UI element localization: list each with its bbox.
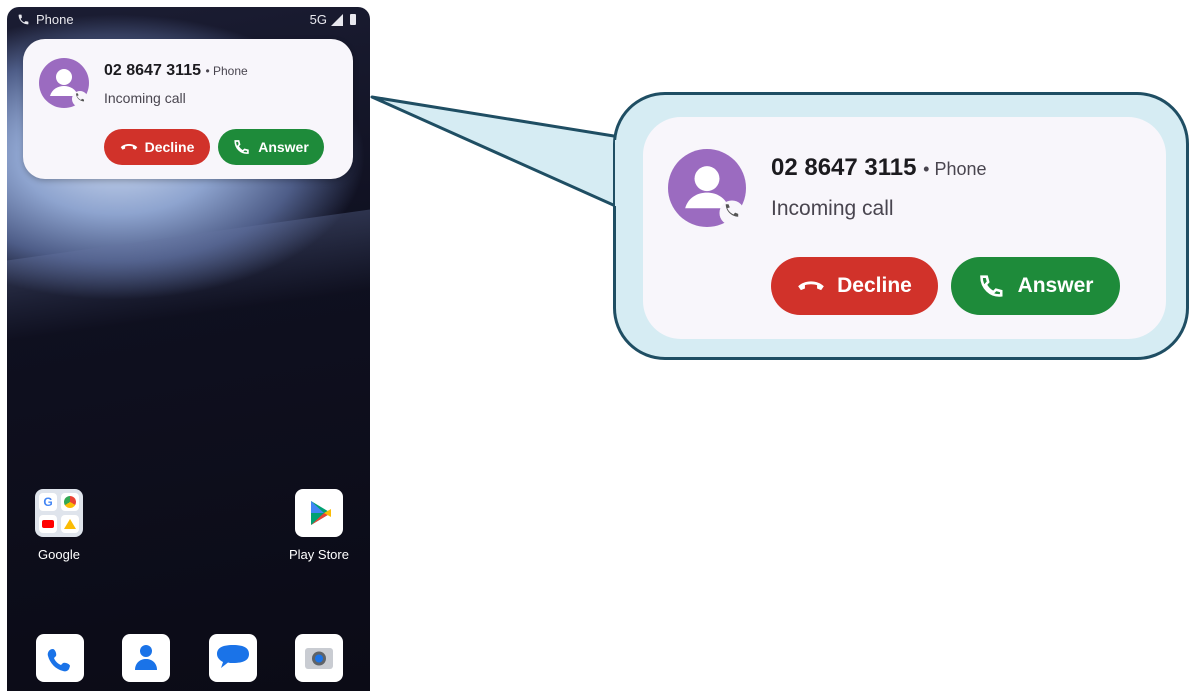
status-left: Phone xyxy=(17,12,74,27)
status-bar: Phone 5G xyxy=(7,7,370,33)
caller-number: 02 8647 3115 xyxy=(104,62,201,79)
zoomed-hang-up-icon xyxy=(798,281,824,291)
answer-button[interactable]: Answer xyxy=(218,129,324,165)
zoomed-decline-label: Decline xyxy=(837,274,912,297)
google-folder[interactable]: G Google xyxy=(19,489,99,562)
dock xyxy=(7,631,370,691)
status-right: 5G xyxy=(310,12,356,27)
status-app-label: Phone xyxy=(36,12,74,27)
network-label: 5G xyxy=(309,12,327,27)
google-label: Google xyxy=(38,547,80,562)
separator-dot: • xyxy=(205,64,210,78)
zoomed-caller-number: 02 8647 3115 xyxy=(771,154,917,181)
messages-app-icon[interactable] xyxy=(209,634,257,682)
camera-app-icon[interactable] xyxy=(295,634,343,682)
play-triangle-icon xyxy=(311,501,331,525)
answer-phone-icon xyxy=(234,140,249,154)
zoomed-caller-line: 02 8647 3115 • Phone xyxy=(771,154,987,182)
answer-label: Answer xyxy=(258,139,309,155)
phone-icon xyxy=(18,14,29,25)
decline-button[interactable]: Decline xyxy=(104,129,210,165)
caller-line: 02 8647 3115 • Phone xyxy=(104,62,248,80)
zoomed-call-status: Incoming call xyxy=(771,197,894,220)
play-store-label: Play Store xyxy=(289,547,349,562)
drive-icon xyxy=(61,515,79,533)
zoomed-source-app-label: Phone xyxy=(934,159,987,179)
incoming-call-notification[interactable]: 02 8647 3115 • Phone Incoming call Decli… xyxy=(23,39,353,179)
source-app-label: Phone xyxy=(213,64,248,78)
signal-icon xyxy=(331,13,343,26)
zoomed-separator-dot: • xyxy=(923,159,930,179)
battery-icon xyxy=(350,14,356,25)
hang-up-icon xyxy=(120,144,137,150)
youtube-icon xyxy=(39,515,57,533)
chrome-icon xyxy=(61,493,79,511)
phone-app-icon[interactable] xyxy=(36,634,84,682)
zoomed-decline-button[interactable]: Decline xyxy=(771,257,938,315)
zoomed-answer-label: Answer xyxy=(1017,274,1094,297)
caller-avatar-icon xyxy=(39,58,89,108)
google-search-icon: G xyxy=(39,493,57,511)
google-folder-icon: G xyxy=(35,489,83,537)
play-store-app[interactable]: Play Store xyxy=(279,489,359,562)
play-store-icon xyxy=(295,489,343,537)
call-status: Incoming call xyxy=(104,90,186,106)
contacts-app-icon[interactable] xyxy=(122,634,170,682)
zoomed-answer-button[interactable]: Answer xyxy=(951,257,1120,315)
zoomed-answer-phone-icon xyxy=(979,275,1003,297)
zoomed-caller-avatar-icon xyxy=(668,149,746,227)
zoomed-notification[interactable]: 02 8647 3115 • Phone Incoming call Decli… xyxy=(643,117,1166,339)
decline-label: Decline xyxy=(144,139,195,155)
